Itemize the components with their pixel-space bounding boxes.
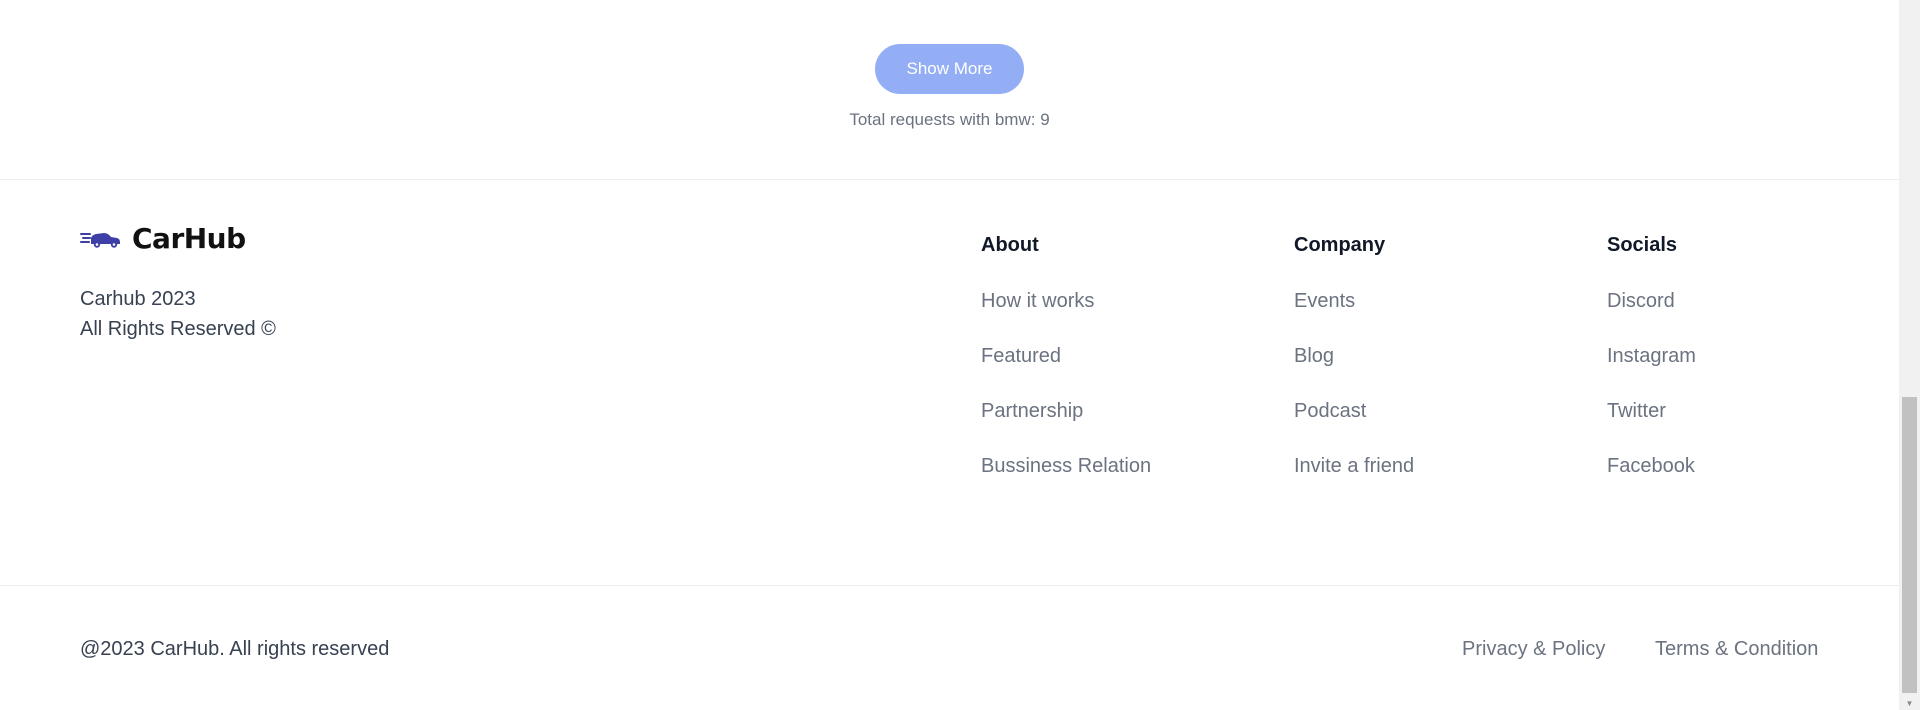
column-title: About xyxy=(981,234,1039,256)
column-title: Socials xyxy=(1607,234,1678,256)
privacy-policy-link[interactable]: Privacy & Policy xyxy=(1462,638,1605,661)
link-list: How it works Featured Partnership Bussin… xyxy=(981,288,1221,508)
footer-column-socials: Socials Discord Instagram Twitter Facebo… xyxy=(1607,232,1847,508)
vertical-scrollbar[interactable]: ▼ xyxy=(1899,0,1920,710)
footer-divider xyxy=(0,585,1899,586)
brand-line-year: Carhub 2023 xyxy=(80,288,196,310)
section-divider xyxy=(0,179,1899,180)
footer-link-featured[interactable]: Featured xyxy=(981,343,1221,398)
car-logo-icon xyxy=(80,232,120,248)
footer-link-events[interactable]: Events xyxy=(1294,288,1534,343)
footer-link-partnership[interactable]: Partnership xyxy=(981,398,1221,453)
link-list: Discord Instagram Twitter Facebook xyxy=(1607,288,1847,508)
show-more-button[interactable]: Show More xyxy=(875,44,1024,94)
footer-link-how-it-works[interactable]: How it works xyxy=(981,288,1221,343)
terms-condition-link[interactable]: Terms & Condition xyxy=(1655,638,1818,661)
brand-name: CarHub xyxy=(132,222,246,255)
footer-link-twitter[interactable]: Twitter xyxy=(1607,398,1847,453)
footer-link-instagram[interactable]: Instagram xyxy=(1607,343,1847,398)
footer-link-business-relation[interactable]: Bussiness Relation xyxy=(981,453,1221,508)
brand-description: Carhub 2023 All Rights Reserved © xyxy=(80,284,276,344)
column-title: Company xyxy=(1294,234,1386,256)
main-content: Show More Total requests with bmw: 9 Car… xyxy=(0,0,1899,710)
footer-column-company: Company Events Blog Podcast Invite a fri… xyxy=(1294,232,1534,508)
scrollbar-thumb[interactable] xyxy=(1902,397,1917,693)
footer-link-podcast[interactable]: Podcast xyxy=(1294,398,1534,453)
copyright-text: @2023 CarHub. All rights reserved xyxy=(80,638,390,660)
footer-link-invite-friend[interactable]: Invite a friend xyxy=(1294,453,1534,508)
total-requests-text: Total requests with bmw: 9 xyxy=(849,110,1050,129)
footer-brand[interactable]: CarHub xyxy=(80,222,246,255)
footer-link-facebook[interactable]: Facebook xyxy=(1607,453,1847,508)
footer-link-blog[interactable]: Blog xyxy=(1294,343,1534,398)
footer-link-discord[interactable]: Discord xyxy=(1607,288,1847,343)
scroll-down-arrow-icon[interactable]: ▼ xyxy=(1899,696,1920,710)
footer-column-about: About How it works Featured Partnership … xyxy=(981,232,1221,508)
page: Show More Total requests with bmw: 9 Car… xyxy=(0,0,1920,710)
link-list: Events Blog Podcast Invite a friend xyxy=(1294,288,1534,508)
brand-line-rights: All Rights Reserved © xyxy=(80,318,276,340)
